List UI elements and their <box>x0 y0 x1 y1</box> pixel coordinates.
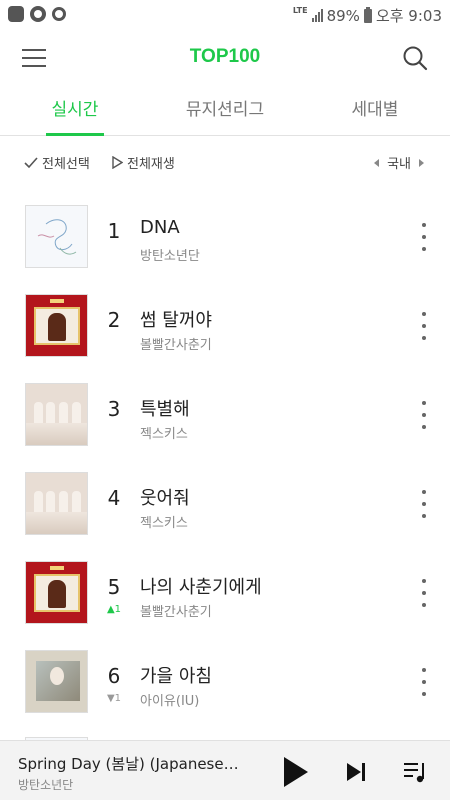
more-options-icon[interactable] <box>420 401 428 429</box>
app-header: TOP100 <box>0 30 450 86</box>
page-title: TOP100 <box>189 46 261 67</box>
play-all-label: 전체재생 <box>127 157 175 172</box>
chevron-right-icon[interactable] <box>419 158 424 167</box>
chart-tabs: 실시간 뮤지션리그 세대별 <box>0 86 450 136</box>
artist-name[interactable]: 볼빨간사춘기 <box>140 334 212 353</box>
artist-name[interactable]: 아이유(IU) <box>140 690 199 709</box>
battery-percent: 89% <box>326 6 360 25</box>
tab-musician-league[interactable]: 뮤지션리그 <box>150 86 300 135</box>
list-item[interactable]: 6 ▼1 가을 아침 아이유(IU) <box>0 638 450 727</box>
chevron-left-icon[interactable] <box>374 158 380 167</box>
album-cover[interactable] <box>25 294 88 357</box>
list-item[interactable]: 2 썸 탈꺼야 볼빨간사춘기 <box>0 282 450 371</box>
region-selector[interactable]: 국내 <box>374 153 424 172</box>
list-item[interactable]: 3 특별해 젝스키스 <box>0 371 450 460</box>
artist-name[interactable]: 방탄소년단 <box>140 245 200 264</box>
clock: 오후 9:03 <box>375 7 442 25</box>
play-outline-icon <box>112 156 123 169</box>
rank-change-up: ▲1 <box>106 604 122 615</box>
skip-next-icon[interactable] <box>345 761 367 783</box>
list-item[interactable]: 1 DNA 방탄소년단 <box>0 193 450 282</box>
more-options-icon[interactable] <box>420 490 428 518</box>
album-cover[interactable] <box>25 205 88 268</box>
song-title[interactable]: 특별해 <box>140 395 190 421</box>
song-title[interactable]: 웃어줘 <box>140 484 190 510</box>
list-item[interactable]: 4 웃어줘 젝스키스 <box>0 460 450 549</box>
song-title[interactable]: DNA <box>140 217 180 238</box>
album-cover[interactable] <box>25 650 88 713</box>
playlist-icon[interactable] <box>402 759 428 785</box>
more-options-icon[interactable] <box>420 312 428 340</box>
battery-icon <box>363 6 372 23</box>
more-options-icon[interactable] <box>420 223 428 251</box>
select-all-label: 전체선택 <box>42 157 90 172</box>
more-options-icon[interactable] <box>420 579 428 607</box>
artist-name[interactable]: 젝스키스 <box>140 512 188 531</box>
tab-generation[interactable]: 세대별 <box>300 86 450 135</box>
rank-number: 4 <box>107 486 121 510</box>
music-notification-icon <box>52 7 66 21</box>
song-title[interactable]: 가을 아침 <box>140 662 212 688</box>
rank-number: 5 <box>107 575 121 599</box>
play-icon[interactable] <box>284 757 308 787</box>
album-cover[interactable] <box>25 472 88 535</box>
more-options-icon[interactable] <box>420 668 428 696</box>
select-all-button[interactable]: 전체선택 <box>24 153 90 172</box>
app-notification-icon <box>8 6 24 22</box>
region-label: 국내 <box>387 157 411 172</box>
list-toolbar: 전체선택 전체재생 국내 <box>0 148 450 178</box>
check-icon <box>24 156 38 168</box>
artist-name[interactable]: 볼빨간사춘기 <box>140 601 212 620</box>
signal-icon <box>311 9 323 22</box>
rank-number: 6 <box>107 664 121 688</box>
mini-player[interactable]: Spring Day (봄날) (Japanese Ver.) 방탄소년단 <box>0 740 450 800</box>
album-cover[interactable] <box>25 561 88 624</box>
tab-realtime[interactable]: 실시간 <box>0 86 150 135</box>
play-all-button[interactable]: 전체재생 <box>112 153 175 172</box>
rank-number: 1 <box>107 219 121 243</box>
now-playing-artist: 방탄소년단 <box>18 778 74 792</box>
search-icon[interactable] <box>402 45 428 71</box>
rank-number: 2 <box>107 308 121 332</box>
now-playing-title[interactable]: Spring Day (봄날) (Japanese Ver.) <box>18 753 243 774</box>
album-cover[interactable] <box>25 383 88 446</box>
rank-number: 3 <box>107 397 121 421</box>
notification-icons <box>8 6 66 22</box>
song-title[interactable]: 나의 사춘기에게 <box>140 573 262 599</box>
status-bar: LTE 89% 오후 9:03 <box>0 0 450 30</box>
list-item[interactable]: 5 ▲1 나의 사춘기에게 볼빨간사춘기 <box>0 549 450 638</box>
song-title[interactable]: 썸 탈꺼야 <box>140 306 212 332</box>
camera-notification-icon <box>30 6 46 22</box>
network-type: LTE <box>292 5 308 15</box>
chart-list: 1 DNA 방탄소년단 2 썸 탈꺼야 볼빨간사춘기 3 특별해 젝스키스 4 … <box>0 193 450 747</box>
artist-name[interactable]: 젝스키스 <box>140 423 188 442</box>
rank-change-down: ▼1 <box>106 693 122 704</box>
